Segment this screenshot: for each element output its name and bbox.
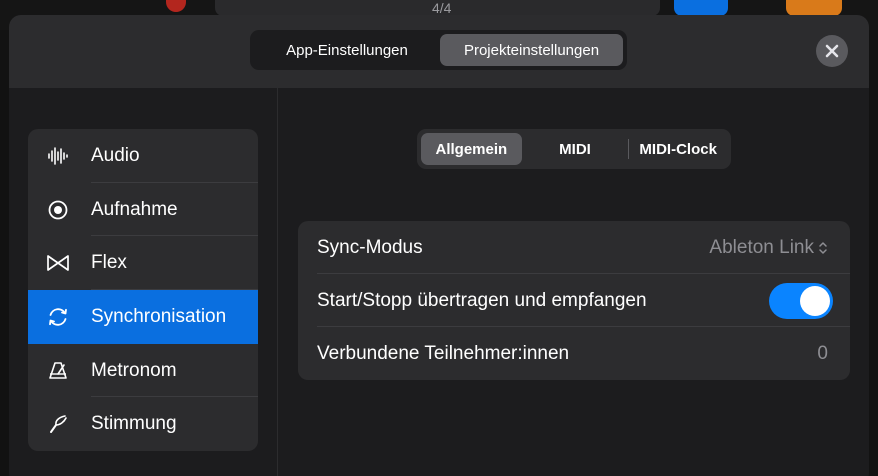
sidebar-item-metronome[interactable]: Metronom: [28, 344, 258, 398]
record-icon: [46, 198, 70, 222]
sync-icon: [46, 305, 70, 329]
flex-icon: [46, 251, 70, 275]
sidebar-item-label: Synchronisation: [91, 305, 227, 327]
start-stop-label: Start/Stopp übertragen und empfangen: [317, 289, 647, 311]
tuning-icon: [46, 412, 70, 436]
sidebar-item-label: Metronom: [91, 359, 177, 381]
metronome-icon: [46, 359, 70, 383]
sync-settings-group: Sync-Modus Ableton Link Start/Stopp über…: [298, 221, 850, 380]
sync-mode-row[interactable]: Sync-Modus Ableton Link: [298, 221, 850, 274]
participants-count: 0: [817, 342, 828, 364]
sidebar-item-tuning[interactable]: Stimmung: [28, 397, 258, 451]
background-blue-button: [674, 0, 728, 16]
sync-mode-popup[interactable]: Ableton Link: [709, 237, 828, 259]
close-button[interactable]: [816, 35, 848, 67]
background-record-button: [166, 0, 186, 12]
close-icon: [825, 44, 839, 58]
sidebar-item-recording[interactable]: Aufnahme: [28, 183, 258, 237]
tab-app-settings[interactable]: App-Einstellungen: [254, 34, 440, 66]
sidebar-item-flex[interactable]: Flex: [28, 236, 258, 291]
tab-midi-clock[interactable]: MIDI-Clock: [629, 133, 727, 165]
waveform-icon: [46, 144, 70, 168]
sidebar-item-synchronisation[interactable]: Synchronisation: [28, 290, 258, 344]
chevron-up-down-icon: [819, 241, 827, 254]
participants-row: Verbundene Teilnehmer:innen 0: [298, 327, 850, 380]
participants-label: Verbundene Teilnehmer:innen: [317, 342, 570, 364]
sync-mode-label: Sync-Modus: [317, 236, 423, 258]
sidebar-item-audio[interactable]: Audio: [28, 129, 258, 183]
start-stop-toggle[interactable]: [769, 282, 833, 319]
sidebar-item-label: Flex: [91, 252, 127, 274]
sidebar-item-label: Aufnahme: [91, 198, 178, 220]
settings-sidebar: Audio Aufnahme Flex Synchronisation Metr…: [28, 129, 258, 451]
tab-project-settings[interactable]: Projekteinstellungen: [440, 34, 623, 66]
section-segmented-control: Allgemein MIDI MIDI-Clock: [417, 129, 731, 169]
settings-scope-segmented-control: App-Einstellungen Projekteinstellungen: [250, 30, 627, 70]
project-settings-sheet: App-Einstellungen Projekteinstellungen A…: [9, 15, 869, 476]
background-time-signature: 4/4: [432, 0, 452, 16]
toggle-knob: [800, 285, 830, 316]
column-divider: [277, 88, 278, 476]
tab-midi[interactable]: MIDI: [522, 133, 629, 165]
start-stop-row: Start/Stopp übertragen und empfangen: [298, 274, 850, 327]
sidebar-item-label: Audio: [91, 144, 140, 166]
sync-mode-value: Ableton Link: [709, 236, 814, 258]
background-orange-button: [786, 0, 842, 16]
sheet-header: App-Einstellungen Projekteinstellungen: [9, 15, 869, 88]
sidebar-item-label: Stimmung: [91, 413, 177, 435]
tab-general[interactable]: Allgemein: [421, 133, 522, 165]
